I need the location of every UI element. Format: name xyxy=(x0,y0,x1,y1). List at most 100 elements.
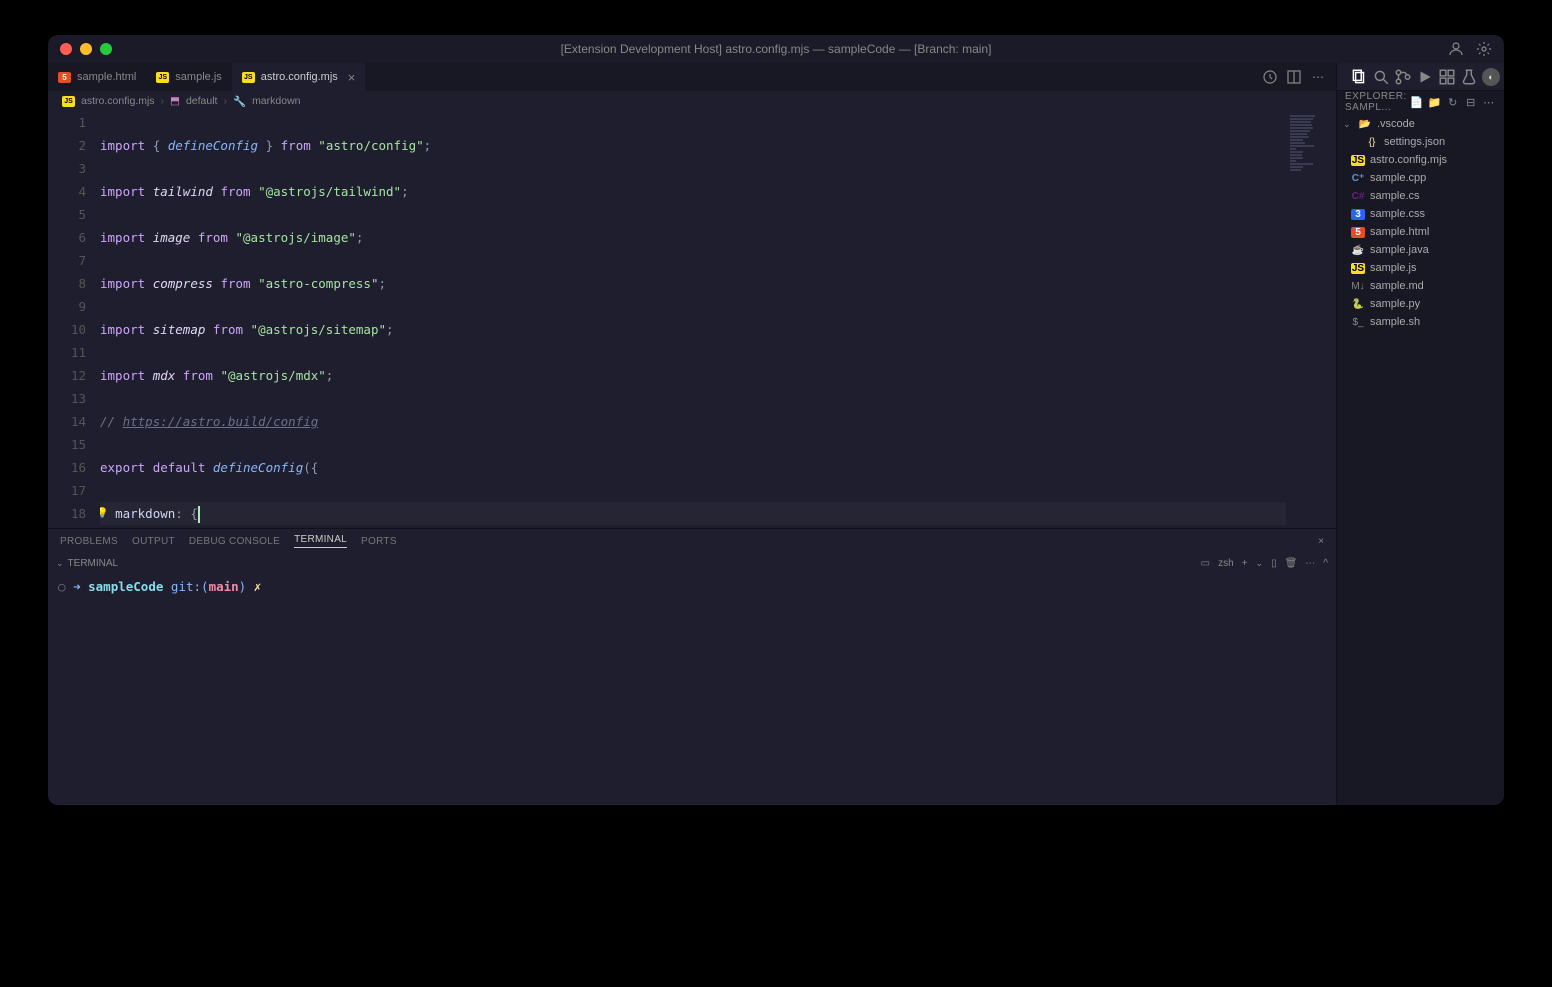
terminal-header: ⌄ TERMINAL ▭ zsh + ⌄ ▯ 🗑 ⋯ ^ xyxy=(48,553,1336,573)
activity-bar: ◐ xyxy=(1337,63,1504,91)
run-debug-icon[interactable] xyxy=(1416,68,1434,86)
titlebar: [Extension Development Host] astro.confi… xyxy=(48,35,1504,63)
tree-file-astro-config[interactable]: JS astro.config.mjs xyxy=(1337,151,1504,169)
explorer-title: EXPLORER: SAMPL... xyxy=(1345,91,1410,113)
traffic-lights xyxy=(60,43,112,55)
cs-icon: C# xyxy=(1351,191,1365,202)
breadcrumb-symbol: markdown xyxy=(252,95,300,107)
tab-sample-html[interactable]: 5 sample.html xyxy=(48,63,146,91)
extension-icon[interactable]: ◐ xyxy=(1482,68,1500,86)
tree-folder-vscode[interactable]: ⌄ 📂 .vscode xyxy=(1337,115,1504,133)
tree-file-sample-js[interactable]: JSsample.js xyxy=(1337,259,1504,277)
new-folder-icon[interactable]: 📁 xyxy=(1428,95,1442,109)
close-window-button[interactable] xyxy=(60,43,72,55)
markdown-icon: M↓ xyxy=(1351,281,1365,292)
js-icon: JS xyxy=(242,72,255,83)
js-icon: JS xyxy=(1351,155,1365,166)
tree-file-sample-cpp[interactable]: C⁺ sample.cpp xyxy=(1337,169,1504,187)
java-icon: ☕ xyxy=(1351,245,1365,256)
collapse-icon[interactable]: ⊟ xyxy=(1464,95,1478,109)
shell-icon: $_ xyxy=(1351,317,1365,328)
add-terminal-icon[interactable]: + xyxy=(1242,558,1248,569)
more-icon[interactable]: ⋯ xyxy=(1305,558,1315,569)
symbol-icon: ⬒ xyxy=(170,95,180,107)
tree-label: sample.cpp xyxy=(1370,172,1426,184)
tree-file-sample-py[interactable]: 🐍sample.py xyxy=(1337,295,1504,313)
terminal-body[interactable]: ○ ➜ sampleCode git:(main) ✗ xyxy=(48,573,1336,805)
explorer-header: EXPLORER: SAMPL... 📄 📁 ↻ ⊟ ⋯ xyxy=(1337,91,1504,113)
tree-file-sample-css[interactable]: 3 sample.css xyxy=(1337,205,1504,223)
code-area[interactable]: import { defineConfig } from "astro/conf… xyxy=(100,111,1286,528)
split-terminal-icon[interactable]: ▯ xyxy=(1271,558,1277,569)
tree-label: sample.md xyxy=(1370,280,1424,292)
panel-tabs: PROBLEMS OUTPUT DEBUG CONSOLE TERMINAL P… xyxy=(48,529,1336,553)
close-icon[interactable]: × xyxy=(348,70,356,85)
tree-file-sample-md[interactable]: M↓ sample.md xyxy=(1337,277,1504,295)
history-icon[interactable] xyxy=(1262,69,1278,85)
panel-tab-terminal[interactable]: TERMINAL xyxy=(294,534,347,548)
tree-file-sample-cs[interactable]: C# sample.cs xyxy=(1337,187,1504,205)
main-area: 5 sample.html JS sample.js JS astro.conf… xyxy=(48,63,1504,805)
tree-label: sample.java xyxy=(1370,244,1429,256)
trash-icon[interactable]: 🗑 xyxy=(1285,558,1298,569)
panel-tab-output[interactable]: OUTPUT xyxy=(132,536,175,547)
tree-label: astro.config.mjs xyxy=(1370,154,1447,166)
panel-tab-ports[interactable]: PORTS xyxy=(361,536,397,547)
more-icon[interactable]: ⋯ xyxy=(1482,95,1496,109)
tree-label: sample.cs xyxy=(1370,190,1420,202)
bottom-panel: PROBLEMS OUTPUT DEBUG CONSOLE TERMINAL P… xyxy=(48,528,1336,805)
cursor xyxy=(198,506,200,523)
tree-label: sample.css xyxy=(1370,208,1425,220)
html-icon: 5 xyxy=(1351,227,1365,238)
sidebar: ◐ EXPLORER: SAMPL... 📄 📁 ↻ ⊟ ⋯ ⌄ 📂 .vsco… xyxy=(1336,63,1504,805)
refresh-icon[interactable]: ↻ xyxy=(1446,95,1460,109)
cpp-icon: C⁺ xyxy=(1351,173,1365,184)
split-editor-icon[interactable] xyxy=(1286,69,1302,85)
chevron-down-icon[interactable]: ⌄ xyxy=(1256,558,1264,569)
shell-name[interactable]: zsh xyxy=(1218,558,1234,569)
maximize-window-button[interactable] xyxy=(100,43,112,55)
property-icon: 🔧 xyxy=(233,95,246,108)
gear-icon[interactable] xyxy=(1476,41,1492,57)
minimize-window-button[interactable] xyxy=(80,43,92,55)
maximize-panel-icon[interactable]: ^ xyxy=(1323,558,1328,569)
tab-sample-js[interactable]: JS sample.js xyxy=(146,63,231,91)
python-icon: 🐍 xyxy=(1351,299,1365,310)
close-panel-icon[interactable]: × xyxy=(1318,536,1324,547)
tab-astro-config[interactable]: JS astro.config.mjs × xyxy=(232,63,366,91)
more-icon[interactable]: ⋯ xyxy=(1310,69,1326,85)
chevron-down-icon[interactable]: ⌄ xyxy=(56,558,64,569)
terminal-label: TERMINAL xyxy=(68,558,119,569)
tree-file-settings[interactable]: {}settings.json xyxy=(1337,133,1504,151)
lightbulb-icon[interactable]: 💡 xyxy=(100,502,108,525)
tab-label: sample.js xyxy=(175,71,221,83)
panel-tab-debug[interactable]: DEBUG CONSOLE xyxy=(189,536,280,547)
tree-file-sample-sh[interactable]: $_ sample.sh xyxy=(1337,313,1504,331)
minimap[interactable] xyxy=(1286,111,1336,528)
new-file-icon[interactable]: 📄 xyxy=(1410,95,1424,109)
search-icon[interactable] xyxy=(1372,68,1390,86)
breadcrumb[interactable]: JS astro.config.mjs › ⬒ default › 🔧 mark… xyxy=(48,91,1336,111)
window-title: [Extension Development Host] astro.confi… xyxy=(561,42,992,56)
tree-file-sample-java[interactable]: ☕ sample.java xyxy=(1337,241,1504,259)
tab-label: sample.html xyxy=(77,71,136,83)
shell-icon: ▭ xyxy=(1201,558,1210,569)
tree-label: sample.sh xyxy=(1370,316,1420,328)
tab-label: astro.config.mjs xyxy=(261,71,338,83)
tree-label: sample.html xyxy=(1370,226,1429,238)
tree-file-sample-html[interactable]: 5 sample.html xyxy=(1337,223,1504,241)
tree-label: settings.json xyxy=(1384,136,1445,148)
account-icon[interactable] xyxy=(1448,41,1464,57)
panel-tab-problems[interactable]: PROBLEMS xyxy=(60,536,118,547)
vscode-window: [Extension Development Host] astro.confi… xyxy=(48,35,1504,805)
explorer-icon[interactable] xyxy=(1350,68,1368,86)
editor-body[interactable]: 1 2 3 4 5 6 7 8 9 10 11 12 13 14 15 16 1 xyxy=(48,111,1336,528)
chevron-right-icon: › xyxy=(161,95,165,107)
tabs-bar: 5 sample.html JS sample.js JS astro.conf… xyxy=(48,63,1336,91)
testing-icon[interactable] xyxy=(1460,68,1478,86)
css-icon: 3 xyxy=(1351,209,1365,220)
source-control-icon[interactable] xyxy=(1394,68,1412,86)
chevron-right-icon: › xyxy=(223,95,227,107)
active-line: 💡 markdown: { xyxy=(100,502,1286,525)
extensions-icon[interactable] xyxy=(1438,68,1456,86)
